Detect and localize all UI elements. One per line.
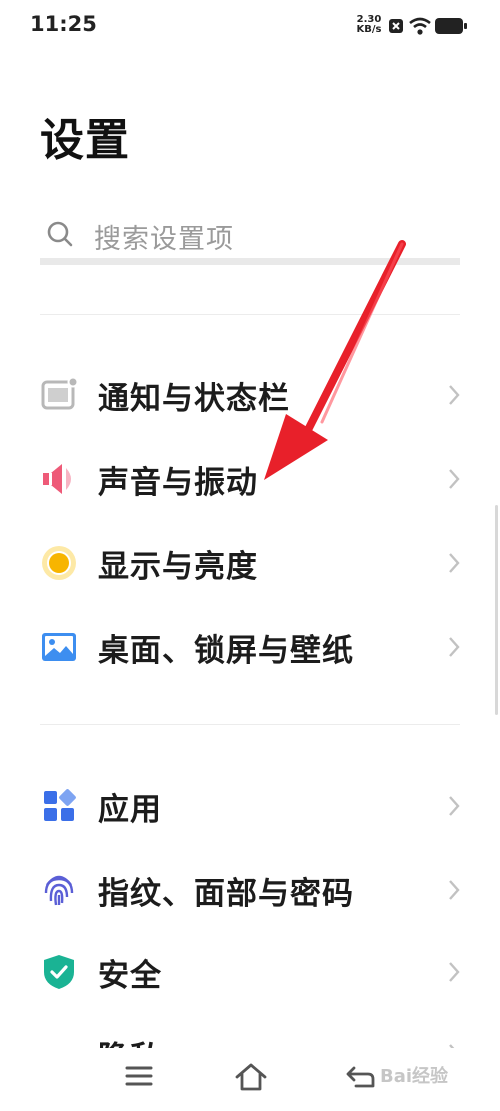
settings-item-label: 隐私 <box>98 1032 162 1048</box>
settings-item-security[interactable]: 安全 <box>0 930 500 1014</box>
back-icon[interactable] <box>346 1062 376 1090</box>
scrollbar-thumb[interactable] <box>495 505 498 715</box>
search-icon <box>47 221 73 247</box>
settings-item-apps[interactable]: 应用 <box>0 764 500 848</box>
battery-icon <box>435 18 467 34</box>
settings-item-label: 显示与亮度 <box>98 549 258 585</box>
settings-item-biometrics[interactable]: 指纹、面部与密码 <box>0 848 500 932</box>
menu-icon[interactable] <box>125 1062 153 1090</box>
brightness-icon <box>42 546 76 580</box>
settings-item-label: 安全 <box>98 958 162 994</box>
divider <box>40 724 460 725</box>
network-speed-unit: KB/s <box>356 24 382 35</box>
fingerprint-icon <box>44 875 74 906</box>
search-placeholder: 搜索设置项 <box>94 224 234 255</box>
network-speed: 2.30 KB/s <box>354 15 384 35</box>
settings-item-notifications[interactable]: 通知与状态栏 <box>0 353 500 437</box>
settings-item-label: 通知与状态栏 <box>98 381 290 417</box>
chevron-right-icon <box>449 962 460 982</box>
wifi-icon <box>409 17 431 35</box>
status-time: 11:25 <box>30 12 97 36</box>
chevron-right-icon <box>449 385 460 405</box>
speaker-icon <box>43 464 71 494</box>
apps-icon <box>44 789 76 821</box>
settings-item-display[interactable]: 显示与亮度 <box>0 521 500 605</box>
sim-off-icon <box>389 19 403 33</box>
settings-item-label: 指纹、面部与密码 <box>98 876 354 912</box>
home-icon[interactable] <box>234 1062 268 1092</box>
chevron-right-icon <box>449 796 460 816</box>
watermark: Bai经验 <box>380 1066 449 1087</box>
wallpaper-icon <box>42 633 76 661</box>
search-underline <box>40 258 460 265</box>
divider <box>40 314 460 315</box>
notification-bar-icon <box>41 376 78 410</box>
chevron-right-icon <box>449 553 460 573</box>
privacy-icon <box>40 1035 78 1048</box>
chevron-right-icon <box>449 880 460 900</box>
settings-item-sound[interactable]: 声音与振动 <box>0 437 500 521</box>
settings-item-wallpaper[interactable]: 桌面、锁屏与壁纸 <box>0 605 500 689</box>
chevron-right-icon <box>449 469 460 489</box>
settings-item-label: 桌面、锁屏与壁纸 <box>98 633 354 669</box>
status-bar: 11:25 2.30 KB/s <box>0 0 500 52</box>
settings-item-privacy[interactable]: 隐私 <box>0 1012 500 1048</box>
search-input[interactable]: 搜索设置项 <box>40 200 460 265</box>
settings-item-label: 应用 <box>98 792 162 828</box>
shield-icon <box>44 955 74 989</box>
settings-item-label: 声音与振动 <box>98 465 258 501</box>
page-title: 设置 <box>40 115 130 166</box>
chevron-right-icon <box>449 637 460 657</box>
